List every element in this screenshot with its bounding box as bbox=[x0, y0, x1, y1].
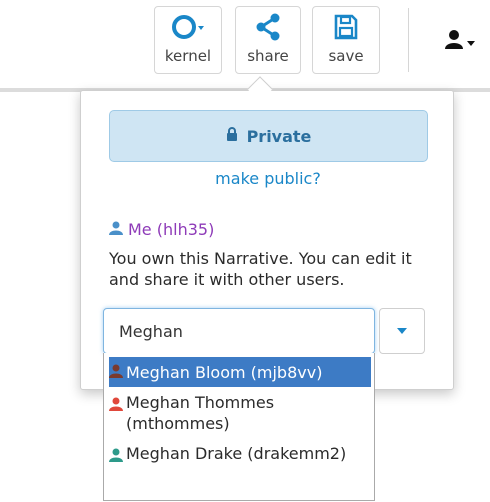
private-label: Private bbox=[246, 126, 312, 146]
user-search-box[interactable] bbox=[103, 308, 375, 354]
suggestion-item[interactable]: Meghan Thommes (mthommes) bbox=[109, 392, 371, 434]
save-label: save bbox=[328, 47, 364, 65]
suggestion-text: Meghan Thommes (mthommes) bbox=[126, 393, 275, 433]
make-public-link[interactable]: make public? bbox=[81, 169, 455, 188]
suggestion-text: Meghan Drake (drakemm2) bbox=[126, 444, 347, 463]
suggestion-item[interactable]: Meghan Bloom (mjb8vv) bbox=[109, 357, 371, 387]
user-icon bbox=[109, 395, 123, 416]
user-icon bbox=[109, 362, 123, 383]
save-button[interactable]: save bbox=[312, 6, 380, 74]
chevron-down-icon bbox=[397, 328, 407, 334]
chevron-down-icon bbox=[467, 40, 475, 46]
user-icon bbox=[109, 220, 123, 239]
user-icon bbox=[109, 446, 123, 467]
permission-dropdown-button[interactable] bbox=[379, 308, 425, 354]
share-icon bbox=[255, 7, 281, 43]
share-label: share bbox=[247, 47, 289, 65]
user-icon bbox=[444, 29, 464, 53]
save-disk-icon bbox=[333, 7, 359, 43]
user-menu-button[interactable] bbox=[444, 26, 490, 56]
share-popover: Private make public? Me (hlh35) You own … bbox=[80, 90, 454, 390]
share-button[interactable]: share bbox=[235, 6, 301, 74]
lock-icon bbox=[226, 126, 238, 145]
kernel-status-icon bbox=[171, 7, 205, 43]
owner-name: Me (hlh35) bbox=[128, 220, 215, 239]
suggestion-item[interactable]: Meghan Drake (drakemm2) bbox=[109, 443, 371, 467]
private-status-button[interactable]: Private bbox=[109, 110, 428, 162]
toolbar-divider bbox=[408, 8, 409, 72]
kernel-label: kernel bbox=[164, 47, 212, 65]
user-search-input[interactable] bbox=[104, 309, 374, 353]
user-suggestions-dropdown: Meghan Bloom (mjb8vv) Meghan Thommes (mt… bbox=[103, 353, 375, 501]
kernel-button[interactable]: kernel bbox=[154, 6, 222, 74]
owner-user: Me (hlh35) bbox=[109, 220, 214, 239]
suggestion-text: Meghan Bloom (mjb8vv) bbox=[126, 362, 323, 382]
owner-message: You own this Narrative. You can edit it … bbox=[109, 249, 412, 289]
